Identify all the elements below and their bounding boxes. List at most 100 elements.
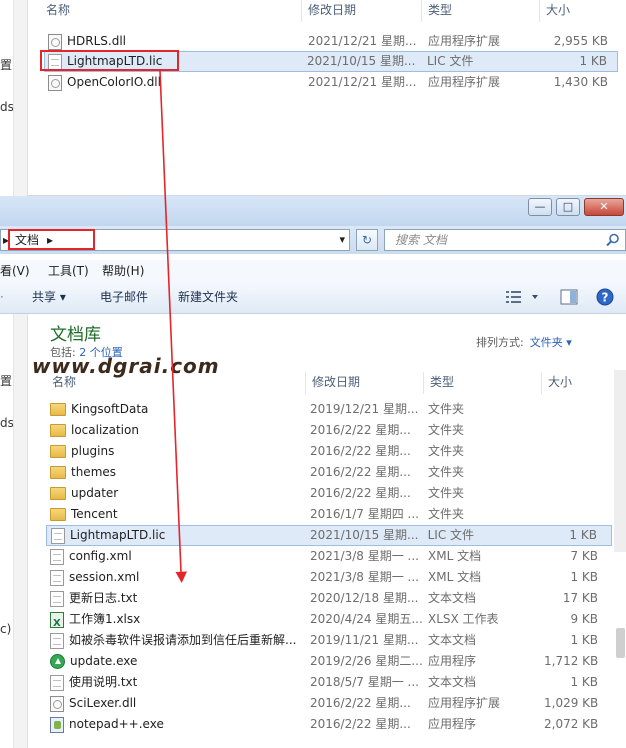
file-date: 2018/5/7 星期一 ...: [310, 675, 419, 689]
file-size: 1 KB: [569, 528, 597, 542]
menu-help[interactable]: 帮助(H): [102, 260, 144, 282]
folder-icon: [50, 466, 66, 479]
file-size: 7 KB: [570, 549, 598, 563]
address-dropdown-icon[interactable]: ▾: [339, 230, 345, 250]
file-name: themes: [71, 465, 117, 479]
file-type: LIC 文件: [427, 528, 475, 542]
email-button[interactable]: 电子邮件: [100, 282, 148, 312]
file-name: Tencent: [71, 507, 118, 521]
file-size: 1,712 KB: [544, 654, 599, 668]
file-row[interactable]: plugins 2016/2/22 星期... 文件夹: [50, 441, 612, 462]
file-date: 2020/12/18 星期...: [310, 591, 419, 605]
menu-tools[interactable]: 工具(T): [48, 260, 89, 282]
file-date: 2021/10/15 星期...: [310, 528, 419, 542]
title-bar[interactable]: — □ ✕: [0, 196, 626, 226]
column-header-type[interactable]: 类型: [422, 0, 540, 22]
file-row-selected[interactable]: LightmapLTD.lic 2021/10/15 星期... LIC 文件 1 K…: [46, 525, 612, 546]
file-type: 文本文档: [428, 591, 477, 605]
column-header-size[interactable]: 大小: [542, 372, 612, 394]
file-row[interactable]: OpenColorIO.dll 2021/12/21 星期... 应用程序扩展 …: [48, 72, 618, 93]
file-type: XML 文档: [428, 570, 482, 584]
exe-icon: [50, 654, 65, 669]
search-input[interactable]: 搜索 文档: [384, 229, 626, 251]
file-row[interactable]: SciLexer.dll 2016/2/22 星期... 应用程序扩展 1,029 K…: [50, 693, 612, 714]
file-row[interactable]: Tencent 2016/1/7 星期四 ... 文件夹: [50, 504, 612, 525]
file-name: update.exe: [70, 654, 138, 668]
close-button[interactable]: ✕: [584, 198, 624, 216]
file-type: XML 文档: [428, 549, 482, 563]
file-type: LIC 文件: [427, 54, 474, 68]
file-name: 如被杀毒软件误报请添加到信任后重新解...: [69, 633, 297, 647]
file-row[interactable]: 工作簿1.xlsx 2020/4/24 星期五... XLSX 工作表 9 KB: [50, 609, 612, 630]
nav-pane-text: 置: [0, 58, 13, 72]
file-row[interactable]: session.xml 2021/3/8 星期一 ... XML 文档 1 KB: [50, 567, 612, 588]
file-row[interactable]: KingsoftData 2019/12/21 星期... 文件夹: [50, 399, 612, 420]
file-size: 2,955 KB: [553, 34, 608, 48]
file-list-scrollbar[interactable]: [614, 370, 626, 552]
file-size: [544, 483, 612, 504]
minimize-button[interactable]: —: [528, 198, 552, 216]
file-date: 2019/2/26 星期二...: [310, 654, 423, 668]
column-header-date[interactable]: 修改日期: [302, 0, 422, 22]
file-name: session.xml: [69, 570, 140, 584]
file-type: XLSX 工作表: [428, 612, 499, 626]
nav-pane-text: c): [0, 622, 12, 636]
file-size: 1,430 KB: [553, 75, 608, 89]
view-options-icon[interactable]: [506, 290, 540, 304]
file-date: 2021/12/21 星期...: [308, 75, 417, 89]
watermark-text: www.dgrai.com: [32, 354, 220, 378]
file-size: [544, 399, 612, 420]
file-row[interactable]: config.xml 2021/3/8 星期一 ... XML 文档 7 KB: [50, 546, 612, 567]
xml-icon: [50, 569, 64, 586]
file-size: 1 KB: [570, 633, 598, 647]
file-row[interactable]: notepad++.exe 2016/2/22 星期... 应用程序 2,072 KB: [50, 714, 612, 735]
new-folder-button[interactable]: 新建文件夹: [178, 282, 238, 312]
file-date: 2016/2/22 星期...: [310, 423, 411, 437]
file-type: 文件夹: [428, 507, 465, 521]
file-name: config.xml: [69, 549, 132, 563]
arrange-by-dropdown[interactable]: 文件夹 ▾: [530, 336, 572, 349]
file-size: 2,072 KB: [544, 717, 599, 731]
doc-icon: [50, 590, 64, 607]
file-size: [544, 441, 612, 462]
maximize-icon: □: [562, 200, 574, 213]
share-button[interactable]: 共享 ▾: [32, 282, 66, 312]
file-row[interactable]: 更新日志.txt 2020/12/18 星期... 文本文档 17 KB: [50, 588, 612, 609]
file-size: 1 KB: [579, 54, 607, 68]
dll-icon: [48, 74, 62, 91]
file-row[interactable]: localization 2016/2/22 星期... 文件夹: [50, 420, 612, 441]
column-header-type[interactable]: 类型: [424, 372, 542, 394]
arrange-by-label: 排列方式:: [476, 336, 524, 349]
file-row[interactable]: HDRLS.dll 2021/12/21 星期... 应用程序扩展 2,955 …: [48, 31, 618, 52]
search-placeholder: 搜索 文档: [395, 233, 447, 247]
file-date: 2021/12/21 星期...: [308, 34, 417, 48]
file-row[interactable]: 使用说明.txt 2018/5/7 星期一 ... 文本文档 1 KB: [50, 672, 612, 693]
library-title: 文档库: [50, 325, 101, 345]
file-row[interactable]: 如被杀毒软件误报请添加到信任后重新解... 2019/11/21 星期... 文本文…: [50, 630, 612, 651]
file-name: LightmapLTD.lic: [70, 528, 166, 542]
file-type: 文本文档: [428, 675, 477, 689]
column-header-name[interactable]: 名称: [40, 0, 302, 22]
menu-view[interactable]: 看(V): [0, 260, 30, 282]
file-type: 文本文档: [428, 633, 477, 647]
file-row[interactable]: themes 2016/2/22 星期... 文件夹: [50, 462, 612, 483]
refresh-button[interactable]: ↻: [356, 229, 378, 251]
doc-icon: [50, 632, 64, 649]
column-header-date[interactable]: 修改日期: [306, 372, 424, 394]
nav-pane-scrollbar[interactable]: [14, 0, 28, 196]
file-size: 1 KB: [570, 570, 598, 584]
top-nav-pane: 置 ds: [0, 0, 14, 196]
preview-pane-icon[interactable]: [560, 289, 578, 305]
help-icon[interactable]: ?: [596, 288, 614, 306]
column-header-size[interactable]: 大小: [540, 0, 626, 22]
file-type: 文件夹: [428, 402, 465, 416]
file-name: KingsoftData: [71, 402, 149, 416]
nav-pane-scrollbar[interactable]: [14, 314, 28, 748]
maximize-button[interactable]: □: [556, 198, 580, 216]
file-date: 2021/10/15 星期...: [307, 54, 416, 68]
file-row[interactable]: updater 2016/2/22 星期... 文件夹: [50, 483, 612, 504]
search-icon[interactable]: [606, 233, 620, 247]
file-list-scrollbar-thumb[interactable]: [616, 628, 625, 658]
file-row[interactable]: update.exe 2019/2/26 星期二... 应用程序 1,712 KB: [50, 651, 612, 672]
file-date: 2016/2/22 星期...: [310, 486, 411, 500]
